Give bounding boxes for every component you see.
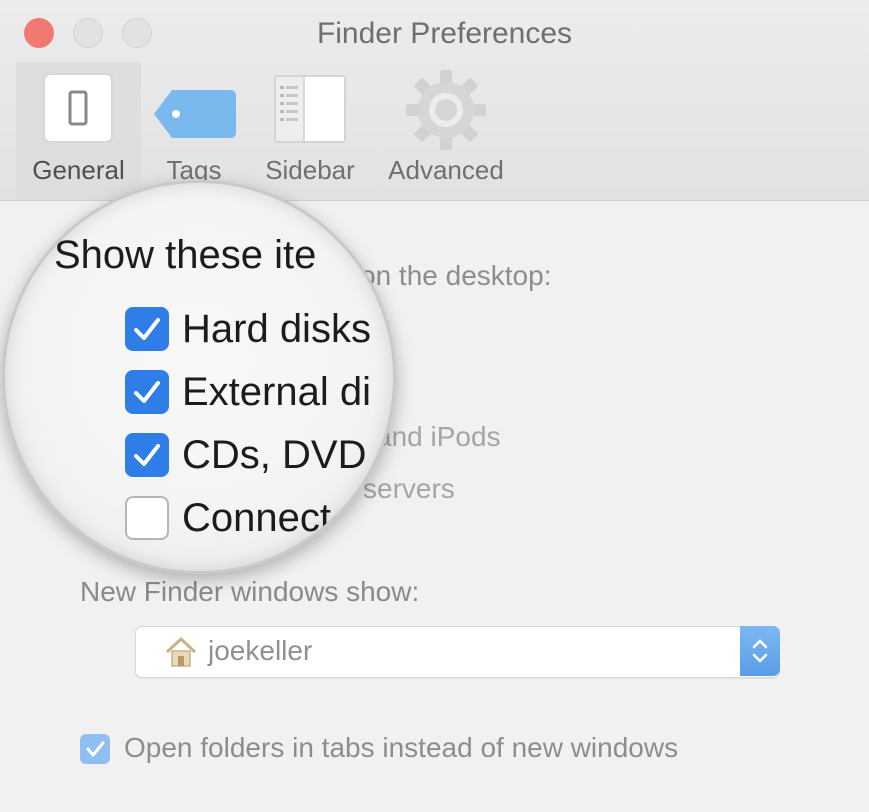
connected-servers-checkbox[interactable] — [125, 496, 169, 540]
cds-dvds-label: CDs, DVD — [182, 433, 367, 477]
desktop-heading-magnified: Show these ite — [54, 233, 317, 277]
open-in-tabs-checkbox[interactable] — [80, 734, 110, 764]
new-window-value: joekeller — [208, 635, 313, 666]
open-in-tabs-label: Open folders in tabs instead of new wind… — [124, 732, 679, 763]
checkmark-icon — [134, 381, 160, 403]
magnifier-lens: Show these ite Hard disks External di CD… — [2, 180, 396, 574]
checkmark-icon — [134, 444, 160, 466]
toolbar: Finder Preferences General Tags Sidebar … — [0, 0, 869, 201]
new-window-popup[interactable]: joekeller — [135, 626, 780, 678]
cds-dvds-checkbox[interactable] — [125, 433, 169, 477]
popup-stepper[interactable] — [740, 626, 780, 676]
gear-icon — [406, 70, 486, 150]
hard-disks-label: Hard disks — [182, 307, 371, 351]
external-disks-label: External di — [182, 370, 371, 414]
item-cds-rest: and iPods — [376, 421, 501, 452]
chevron-updown-icon — [752, 639, 768, 663]
new-window-label: New Finder windows show: — [80, 576, 420, 607]
item-servers-rest: servers — [363, 473, 455, 504]
window-title: Finder Preferences — [316, 17, 573, 50]
checkmark-icon — [134, 318, 160, 340]
finder-preferences-window: Finder Preferences General Tags Sidebar … — [0, 0, 869, 812]
switch-icon — [43, 73, 113, 143]
hard-disks-checkbox[interactable] — [125, 307, 169, 351]
tab-label-sidebar: Sidebar — [265, 155, 355, 185]
tag-icon — [154, 90, 236, 138]
sidebar-icon — [274, 75, 346, 143]
tab-label-advanced: Advanced — [388, 155, 504, 185]
tab-label-general: General — [32, 155, 125, 185]
checkmark-icon — [86, 741, 105, 757]
home-icon — [165, 636, 197, 667]
desktop-heading-rest: on the desktop: — [360, 260, 552, 291]
connected-servers-label: Connect — [182, 496, 331, 540]
external-disks-checkbox[interactable] — [125, 370, 169, 414]
tab-sidebar[interactable]: Sidebar — [250, 62, 370, 200]
tab-general[interactable]: General — [16, 62, 141, 200]
tab-advanced[interactable]: Advanced — [376, 62, 516, 200]
